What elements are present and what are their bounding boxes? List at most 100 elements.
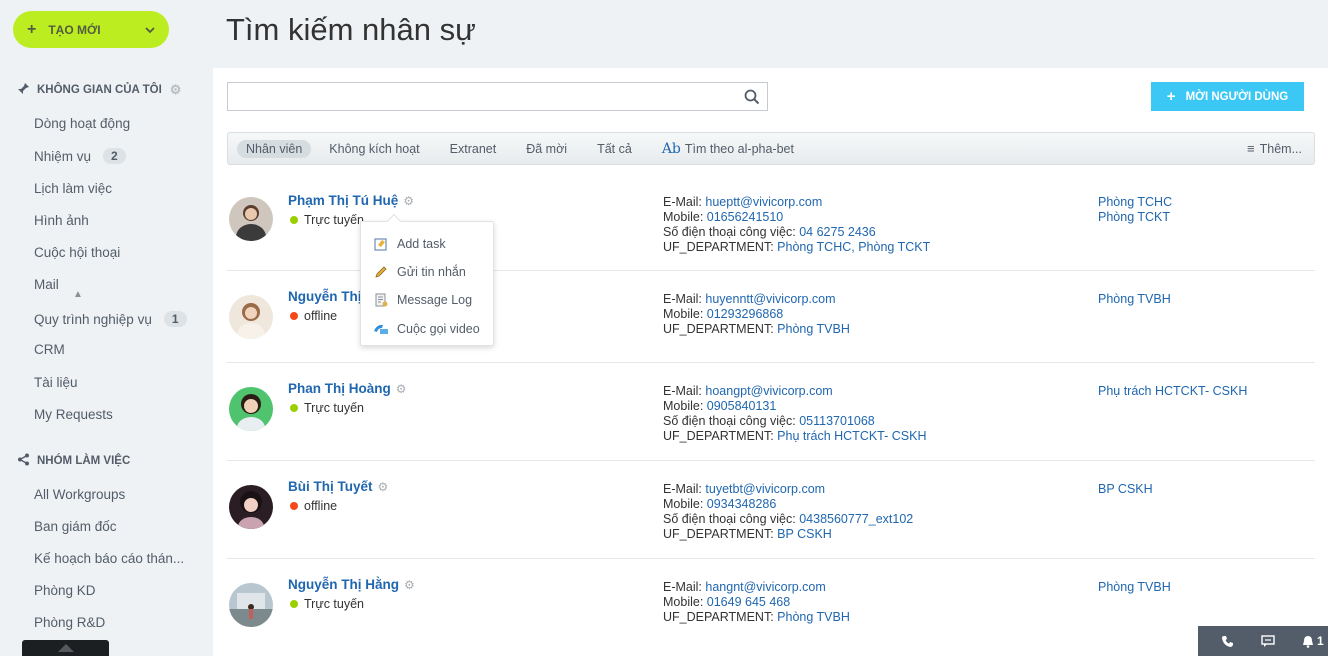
sidebar-item-activity-stream[interactable]: Dòng hoạt động — [34, 116, 130, 131]
department-link[interactable]: Phụ trách HCTCKT- CSKH — [1098, 384, 1247, 399]
mobile-label: Mobile: — [663, 210, 704, 224]
department-link[interactable]: Phòng TVBH — [777, 322, 850, 336]
settings-gear-icon[interactable]: ⚙ — [170, 82, 182, 98]
employee-name[interactable]: Bùi Thị Tuyết ⚙ — [288, 479, 388, 494]
employee-name-link[interactable]: Phan Thị Hoàng — [288, 381, 391, 396]
employee-name-link[interactable]: Phạm Thị Tú Huệ — [288, 193, 398, 208]
sidebar-item-tasks[interactable]: Nhiệm vụ 2 — [34, 148, 126, 164]
email-link[interactable]: hangnt@vivicorp.com — [705, 580, 825, 594]
sidebar-group-item[interactable]: Kế hoạch báo cáo thán... — [34, 551, 184, 566]
avatar[interactable] — [229, 485, 273, 529]
mobile-link[interactable]: 01649 645 468 — [707, 595, 790, 609]
notification-bell-icon[interactable]: 1 — [1302, 634, 1324, 648]
employee-name-link[interactable]: Bùi Thị Tuyết — [288, 479, 373, 494]
sidebar-group-item[interactable]: Phòng R&D — [34, 615, 105, 630]
status-label: Trực tuyến — [304, 401, 365, 415]
sidebar-item-mail[interactable]: Mail — [34, 277, 59, 292]
work-phone-link[interactable]: 0438560777_ext102 — [799, 512, 913, 526]
email-link[interactable]: tuyetbt@vivicorp.com — [705, 482, 825, 496]
department-link[interactable]: Phụ trách HCTCKT- CSKH — [777, 429, 926, 443]
sidebar-item-photos[interactable]: Hình ảnh — [34, 213, 89, 228]
email-link[interactable]: hoangpt@vivicorp.com — [705, 384, 832, 398]
search-icon[interactable] — [744, 89, 760, 105]
email-label: E-Mail: — [663, 580, 702, 594]
mobile-link[interactable]: 01293296868 — [707, 307, 783, 321]
sidebar-item-conversations[interactable]: Cuộc hội thoại — [34, 245, 120, 260]
employee-name-link[interactable]: Nguyễn Thị Hằng — [288, 577, 399, 592]
email-label: E-Mail: — [663, 292, 702, 306]
sidebar-group-item[interactable]: Ban giám đốc — [34, 519, 117, 534]
filter-extranet[interactable]: Extranet — [450, 142, 497, 156]
sidebar-group-item[interactable]: All Workgroups — [34, 487, 125, 502]
mobile-link[interactable]: 0934348286 — [707, 497, 777, 511]
filter-alphabet[interactable]: Ab Tìm theo al-pha-bet — [662, 141, 794, 157]
workgroups-title[interactable]: NHÓM LÀM VIỆC — [17, 453, 130, 469]
sidebar-item-documents[interactable]: Tài liệu — [34, 375, 78, 390]
sidebar-collapse-tab[interactable] — [22, 640, 109, 656]
employee-name-link[interactable]: Nguyễn Thị — [288, 289, 362, 304]
status-label: offline — [304, 499, 338, 513]
status: offline — [290, 499, 337, 513]
avatar[interactable] — [229, 295, 273, 339]
department-list: Phòng TCHC Phòng TCKT — [1098, 195, 1172, 225]
plus-icon: + — [1166, 88, 1176, 105]
gear-icon[interactable]: ⚙ — [404, 578, 415, 592]
filter-employees[interactable]: Nhân viên — [237, 139, 312, 158]
work-phone-link[interactable]: 04 6275 2436 — [799, 225, 875, 239]
employee-name[interactable]: Phan Thị Hoàng ⚙ — [288, 381, 407, 396]
popup-item-add-task[interactable]: Add task — [373, 236, 446, 252]
sidebar-item-my-requests[interactable]: My Requests — [34, 407, 113, 422]
contact-info: E-Mail: huyenntt@vivicorp.com Mobile: 01… — [663, 292, 850, 337]
mobile-link[interactable]: 01656241510 — [707, 210, 783, 224]
gear-icon[interactable]: ⚙ — [378, 480, 389, 494]
work-phone-link[interactable]: 05113701068 — [799, 414, 875, 428]
invite-user-button[interactable]: + MỜI NGƯỜI DÙNG — [1151, 82, 1304, 111]
user-action-popup: Add task Gửi tin nhắn Message Log Cuộc g… — [360, 213, 494, 346]
pin-icon — [17, 82, 31, 98]
employee-name[interactable]: Nguyễn Thị Hằng ⚙ — [288, 577, 415, 592]
invite-user-label: MỜI NGƯỜI DÙNG — [1185, 90, 1289, 103]
department-link[interactable]: Phòng TVBH — [777, 610, 850, 624]
sidebar-item-label: Quy trình nghiệp vụ — [34, 311, 152, 327]
popup-item-send-message[interactable]: Gửi tin nhắn — [373, 264, 466, 280]
search-field[interactable] — [227, 82, 768, 111]
notification-count: 1 — [1317, 634, 1324, 648]
department-label: UF_DEPARTMENT: — [663, 322, 774, 336]
filter-inactive[interactable]: Không kích hoạt — [329, 142, 419, 156]
avatar[interactable] — [229, 197, 273, 241]
email-link[interactable]: huyenntt@vivicorp.com — [705, 292, 835, 306]
email-link[interactable]: hueptt@vivicorp.com — [705, 195, 822, 209]
filter-invited[interactable]: Đã mời — [526, 142, 567, 156]
contact-info: E-Mail: hangnt@vivicorp.com Mobile: 0164… — [663, 580, 850, 625]
employee-name[interactable]: Nguyễn Thị — [288, 289, 362, 304]
sidebar-group-item[interactable]: Phòng KD — [34, 583, 96, 598]
filter-all[interactable]: Tất cả — [597, 142, 632, 156]
gear-icon[interactable]: ⚙ — [396, 382, 407, 396]
employee-row: Bùi Thị Tuyết ⚙ offline E-Mail: tuyetbt@v… — [227, 461, 1315, 559]
employee-name[interactable]: Phạm Thị Tú Huệ ⚙ — [288, 193, 414, 208]
popup-item-video-call[interactable]: Cuộc gọi video — [373, 321, 480, 337]
status-label: Trực tuyến — [304, 597, 365, 611]
department-link[interactable]: Phòng TCHC, Phòng TCKT — [777, 240, 930, 254]
popup-item-message-log[interactable]: Message Log — [373, 292, 472, 308]
create-new-button[interactable]: + TẠO MỚI — [13, 11, 169, 48]
avatar[interactable] — [229, 583, 273, 627]
sidebar-item-workflows[interactable]: Quy trình nghiệp vụ 1 — [34, 311, 187, 327]
department-link[interactable]: Phòng TCHC — [1098, 195, 1172, 210]
my-space-title[interactable]: KHÔNG GIAN CỦA TÔI ⚙ — [17, 82, 181, 98]
department-link[interactable]: Phòng TVBH — [1098, 580, 1171, 595]
department-link[interactable]: BP CSKH — [1098, 482, 1153, 497]
search-input[interactable] — [228, 83, 767, 110]
department-link[interactable]: BP CSKH — [777, 527, 832, 541]
more-button[interactable]: ≡ Thêm... — [1247, 141, 1302, 156]
avatar[interactable] — [229, 387, 273, 431]
gear-icon[interactable]: ⚙ — [403, 194, 414, 208]
sidebar-item-crm[interactable]: CRM — [34, 342, 65, 357]
sidebar-item-calendar[interactable]: Lịch làm việc — [34, 181, 112, 196]
chat-icon[interactable] — [1261, 634, 1275, 648]
status: Trực tuyến — [290, 401, 364, 415]
phone-icon[interactable] — [1221, 635, 1234, 648]
department-link[interactable]: Phòng TCKT — [1098, 210, 1172, 225]
department-link[interactable]: Phòng TVBH — [1098, 292, 1171, 307]
mobile-link[interactable]: 0905840131 — [707, 399, 777, 413]
